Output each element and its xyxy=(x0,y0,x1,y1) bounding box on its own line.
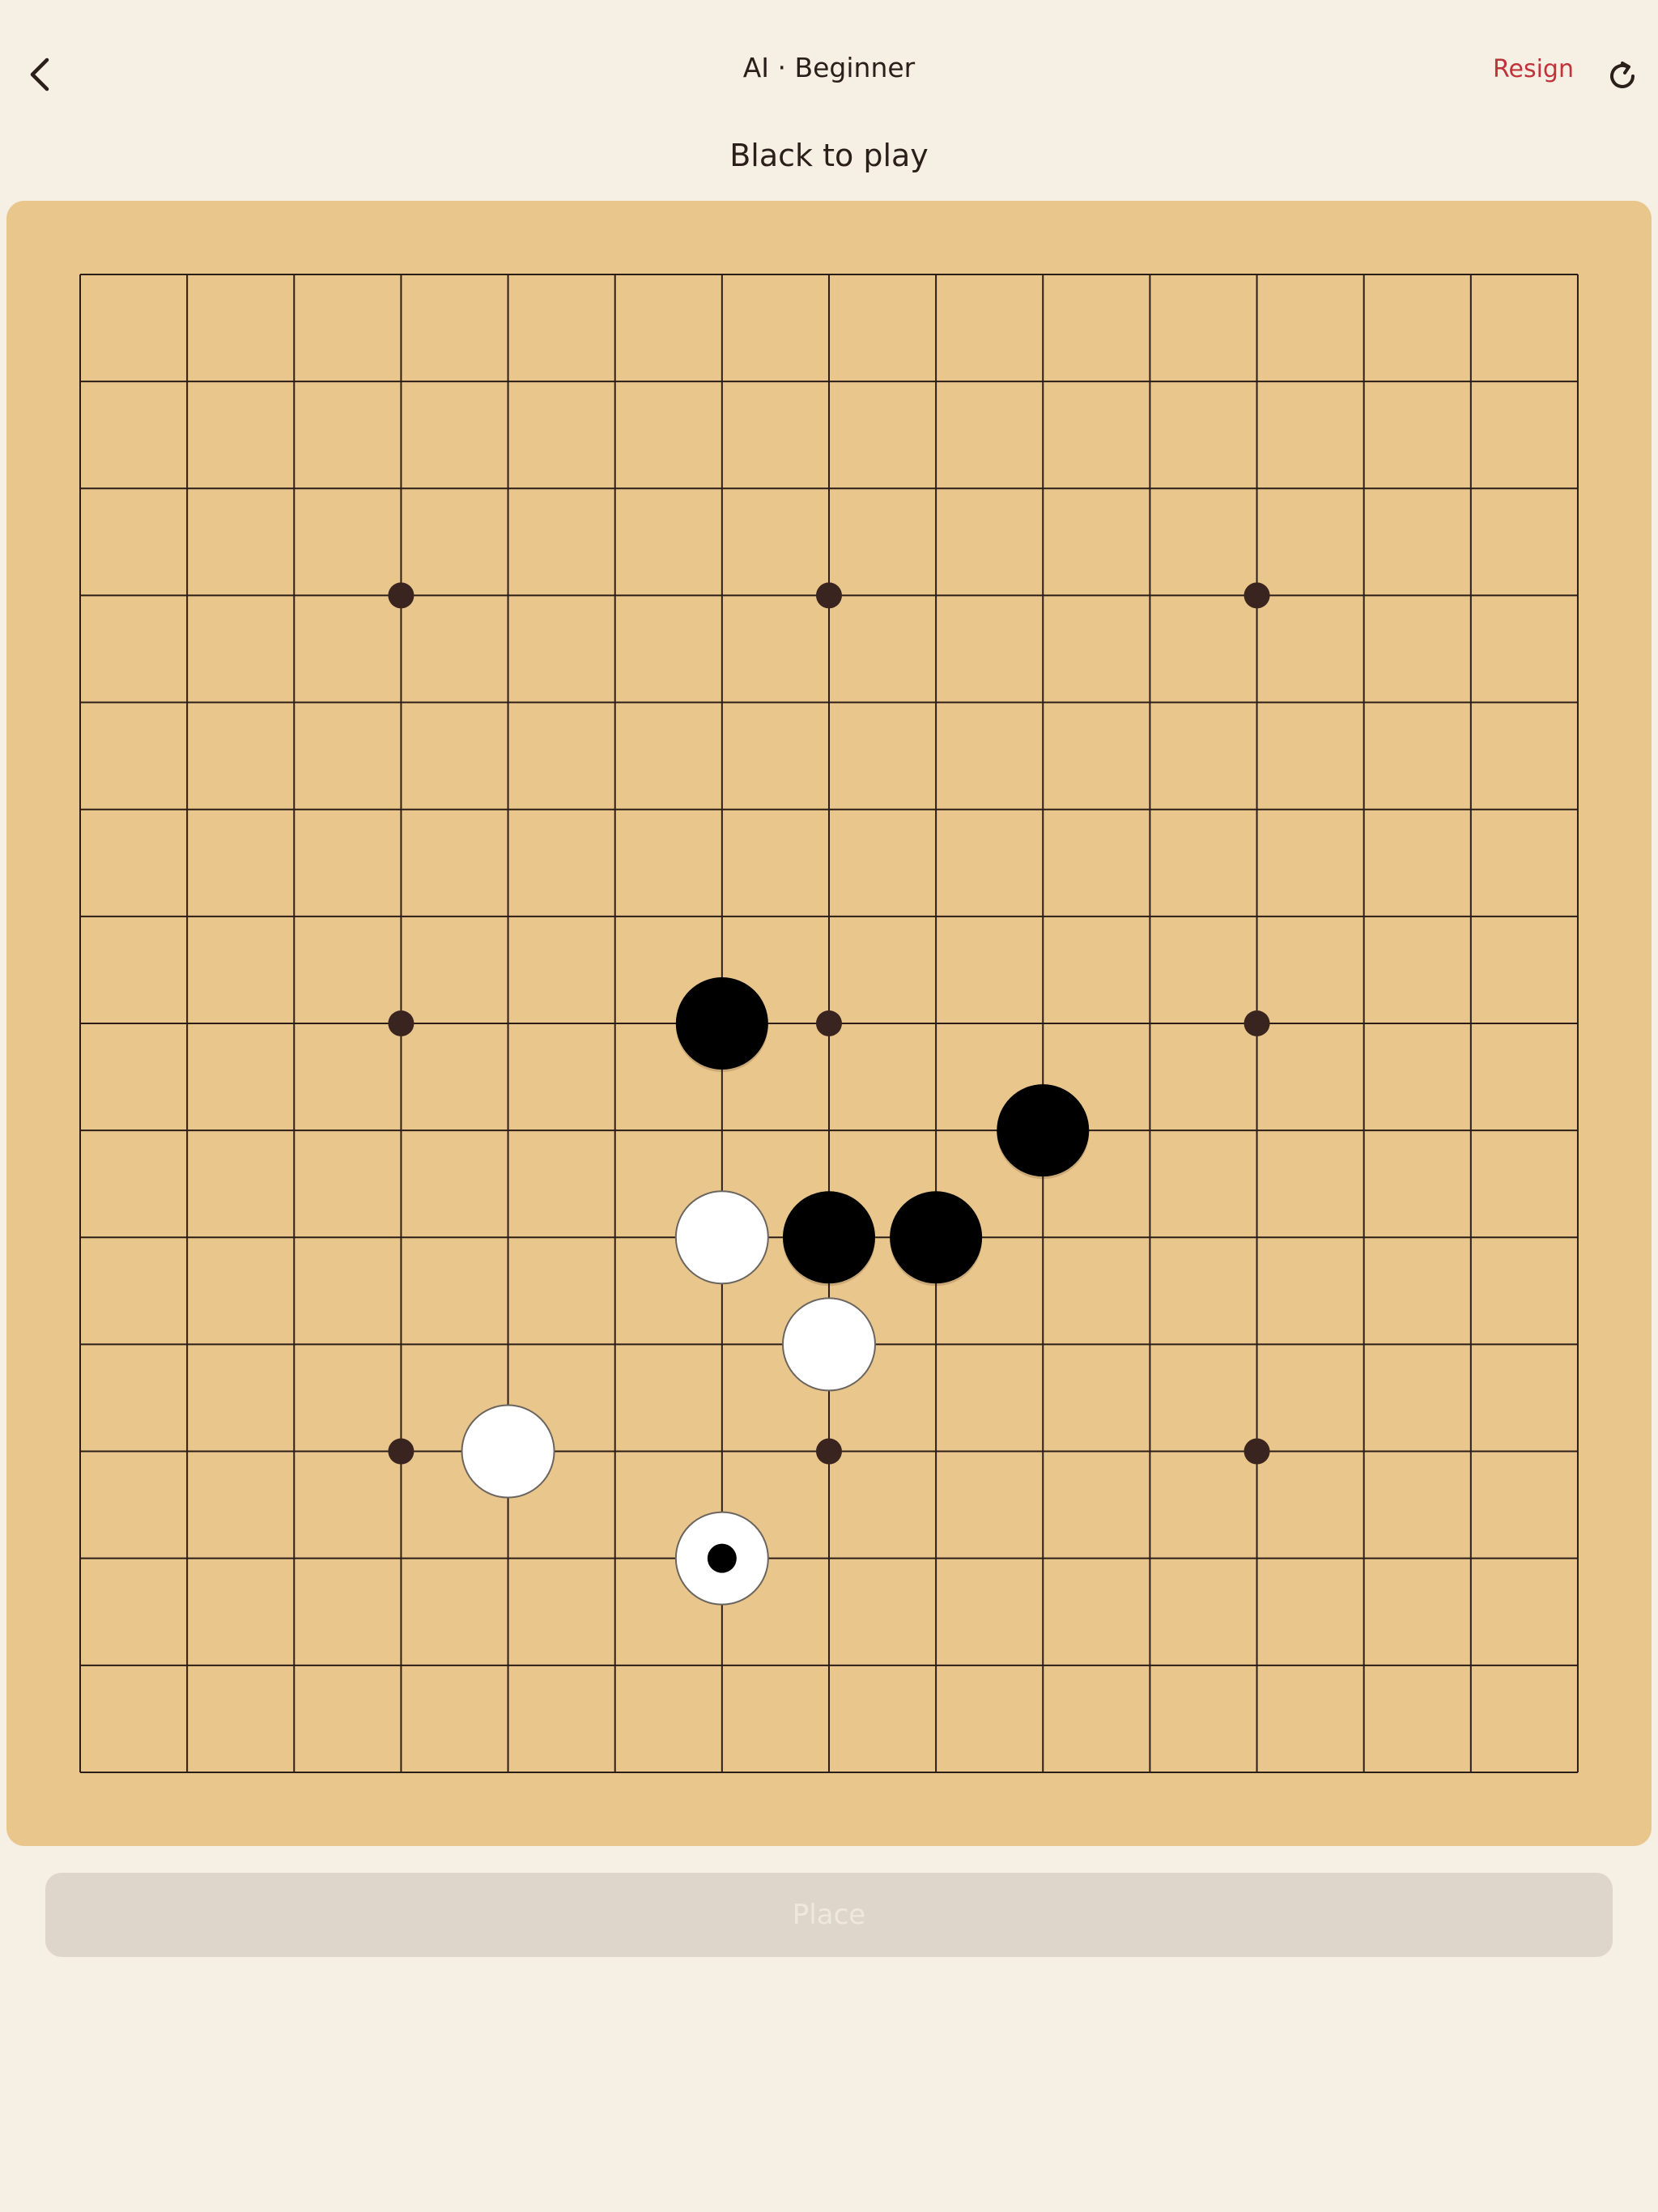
resign-button[interactable]: Resign xyxy=(1493,55,1574,83)
black-stone xyxy=(782,1191,875,1284)
star-point xyxy=(388,1010,414,1036)
place-button[interactable]: Place xyxy=(45,1873,1613,1957)
refresh-icon xyxy=(1610,62,1635,88)
game-board[interactable] xyxy=(6,201,1652,1846)
star-point xyxy=(815,1010,842,1036)
star-point xyxy=(388,582,414,609)
top-bar: AI · Beginner Resign xyxy=(0,0,1658,146)
page-title: AI · Beginner xyxy=(742,52,916,83)
white-stone xyxy=(781,1297,876,1392)
star-point xyxy=(388,1438,414,1465)
star-point xyxy=(815,1438,842,1465)
star-point xyxy=(1244,1010,1270,1036)
black-stone xyxy=(675,976,768,1070)
last-move-marker xyxy=(707,1543,737,1573)
black-stone xyxy=(890,1191,983,1284)
white-stone xyxy=(674,1190,769,1285)
refresh-button[interactable] xyxy=(1596,50,1648,102)
star-point xyxy=(1244,582,1270,609)
board-grid[interactable] xyxy=(6,201,1652,1846)
star-point xyxy=(815,582,842,609)
white-stone xyxy=(461,1404,555,1499)
black-stone xyxy=(997,1084,1090,1177)
turn-status: Black to play xyxy=(729,138,929,173)
star-point xyxy=(1244,1438,1270,1465)
